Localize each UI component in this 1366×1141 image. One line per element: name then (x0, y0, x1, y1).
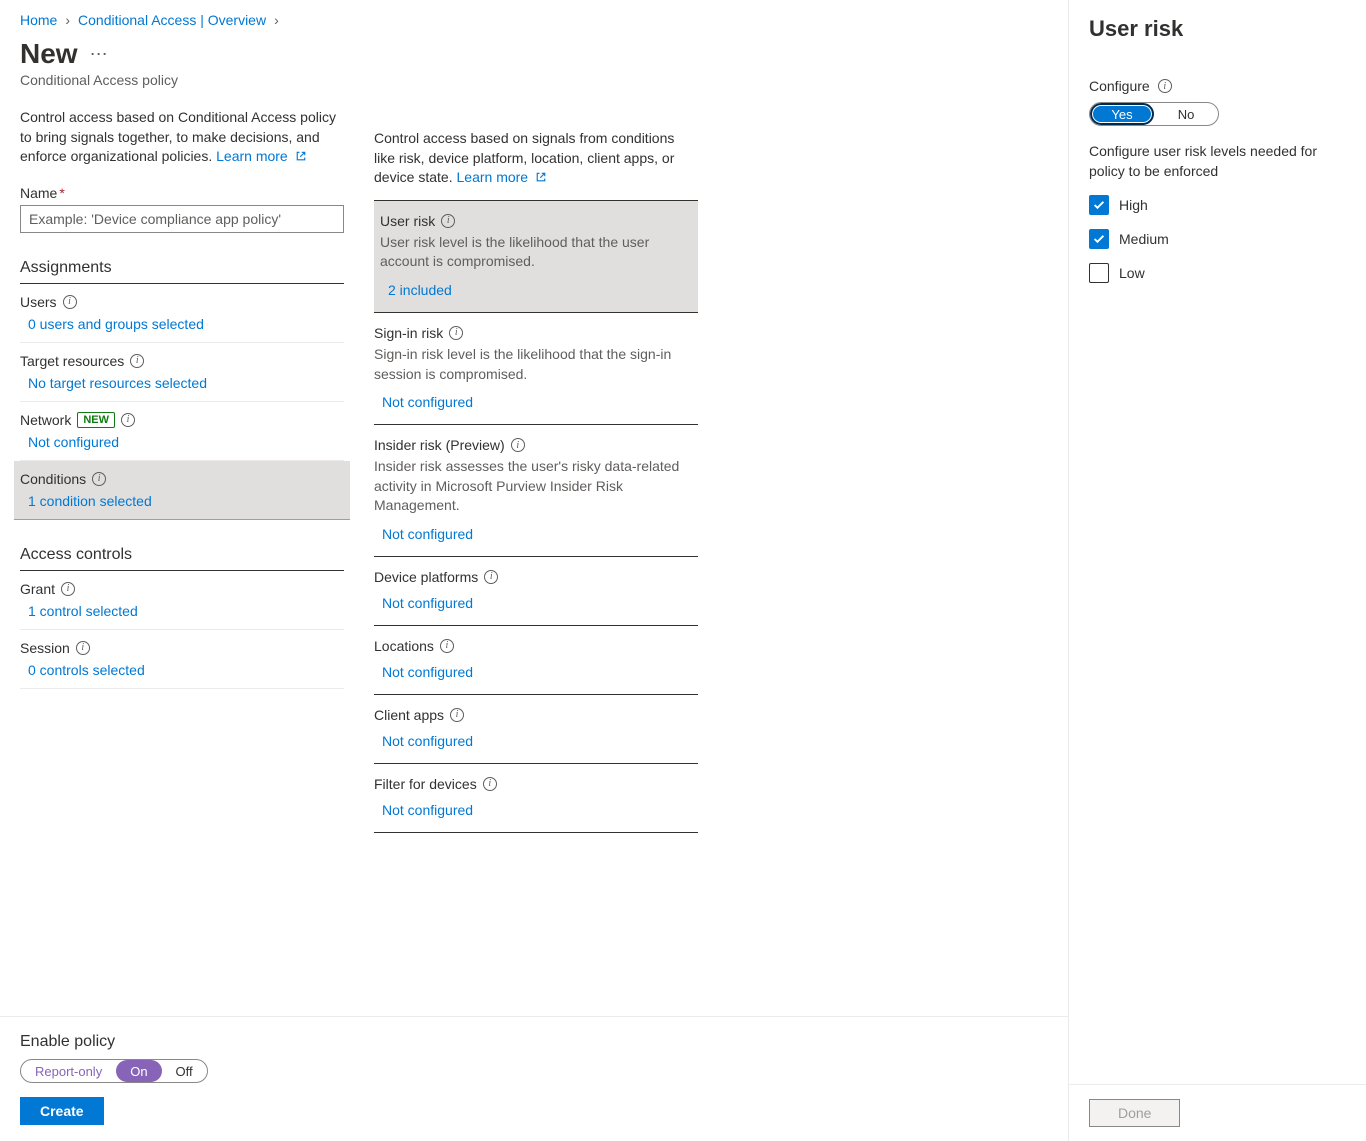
enable-policy-toggle[interactable]: Report-only On Off (20, 1059, 208, 1083)
users-value-link[interactable]: 0 users and groups selected (28, 316, 344, 332)
info-icon[interactable]: i (76, 641, 90, 655)
session-label: Session (20, 640, 70, 656)
signin-risk-title: Sign-in risk (374, 325, 443, 341)
info-icon[interactable]: i (1158, 79, 1172, 93)
condition-user-risk[interactable]: User risk i User risk level is the likel… (374, 201, 698, 313)
insider-risk-title: Insider risk (Preview) (374, 437, 505, 453)
filter-devices-title: Filter for devices (374, 776, 477, 792)
client-apps-title: Client apps (374, 707, 444, 723)
users-setting[interactable]: Users i 0 users and groups selected (20, 284, 344, 343)
conditions-value-link[interactable]: 1 condition selected (28, 493, 344, 509)
external-link-icon (535, 171, 547, 183)
users-label: Users (20, 294, 57, 310)
breadcrumb-conditional-access[interactable]: Conditional Access | Overview (78, 12, 266, 28)
locations-value-link[interactable]: Not configured (382, 664, 698, 680)
grant-label: Grant (20, 581, 55, 597)
condition-filter-devices[interactable]: Filter for devices i Not configured (374, 764, 698, 833)
checkbox-low[interactable] (1089, 263, 1109, 283)
condition-insider-risk[interactable]: Insider risk (Preview) i Insider risk as… (374, 425, 698, 557)
info-icon[interactable]: i (449, 326, 463, 340)
session-setting[interactable]: Session i 0 controls selected (20, 630, 344, 689)
checkmark-icon (1092, 198, 1106, 212)
info-icon[interactable]: i (440, 639, 454, 653)
panel-description: Configure user risk levels needed for po… (1089, 142, 1346, 181)
info-icon[interactable]: i (483, 777, 497, 791)
network-label: Network (20, 412, 71, 428)
user-risk-panel: User risk Configure i Yes No Configure u… (1068, 0, 1366, 1141)
device-platforms-value-link[interactable]: Not configured (382, 595, 698, 611)
footer: Enable policy Report-only On Off Create (0, 1016, 1068, 1141)
conditions-label: Conditions (20, 471, 86, 487)
checkbox-high[interactable] (1089, 195, 1109, 215)
insider-risk-desc: Insider risk assesses the user's risky d… (374, 457, 698, 516)
info-icon[interactable]: i (61, 582, 75, 596)
target-resources-setting[interactable]: Target resources i No target resources s… (20, 343, 344, 402)
client-apps-value-link[interactable]: Not configured (382, 733, 698, 749)
access-controls-heading: Access controls (20, 546, 344, 571)
conditions-setting[interactable]: Conditions i 1 condition selected (14, 461, 350, 520)
toggle-report-only[interactable]: Report-only (21, 1060, 116, 1082)
info-icon[interactable]: i (441, 214, 455, 228)
breadcrumb-home[interactable]: Home (20, 12, 57, 28)
user-risk-desc: User risk level is the likelihood that t… (380, 233, 692, 272)
more-actions-icon[interactable]: ⋯ (90, 44, 109, 65)
chevron-right-icon: › (274, 12, 279, 28)
low-label: Low (1119, 265, 1145, 281)
user-risk-value-link[interactable]: 2 included (388, 282, 692, 298)
configure-yes[interactable]: Yes (1090, 103, 1154, 125)
grant-setting[interactable]: Grant i 1 control selected (20, 571, 344, 630)
condition-client-apps[interactable]: Client apps i Not configured (374, 695, 698, 764)
insider-risk-value-link[interactable]: Not configured (382, 526, 698, 542)
assignments-heading: Assignments (20, 259, 344, 284)
network-setting[interactable]: Network NEW i Not configured (20, 402, 344, 461)
condition-locations[interactable]: Locations i Not configured (374, 626, 698, 695)
chevron-right-icon: › (65, 12, 70, 28)
device-platforms-title: Device platforms (374, 569, 478, 585)
info-icon[interactable]: i (92, 472, 106, 486)
info-icon[interactable]: i (63, 295, 77, 309)
grant-value-link[interactable]: 1 control selected (28, 603, 344, 619)
toggle-off[interactable]: Off (162, 1060, 207, 1082)
name-input[interactable] (20, 205, 344, 233)
info-icon[interactable]: i (130, 354, 144, 368)
name-label: Name* (20, 185, 344, 201)
breadcrumb: Home › Conditional Access | Overview › (20, 12, 344, 28)
configure-label: Configure (1089, 78, 1150, 94)
page-title: New (20, 38, 78, 70)
target-resources-label: Target resources (20, 353, 124, 369)
signin-risk-value-link[interactable]: Not configured (382, 394, 698, 410)
checkmark-icon (1092, 232, 1106, 246)
user-risk-title: User risk (380, 213, 435, 229)
info-icon[interactable]: i (121, 413, 135, 427)
external-link-icon (295, 150, 307, 162)
learn-more-link[interactable]: Learn more (457, 169, 547, 185)
locations-title: Locations (374, 638, 434, 654)
medium-label: Medium (1119, 231, 1169, 247)
condition-signin-risk[interactable]: Sign-in risk i Sign-in risk level is the… (374, 313, 698, 425)
page-subtitle: Conditional Access policy (20, 72, 344, 88)
new-badge: NEW (77, 412, 115, 428)
create-button[interactable]: Create (20, 1097, 104, 1125)
enable-policy-label: Enable policy (20, 1033, 1048, 1051)
network-value-link[interactable]: Not configured (28, 434, 344, 450)
filter-devices-value-link[interactable]: Not configured (382, 802, 698, 818)
signin-risk-desc: Sign-in risk level is the likelihood tha… (374, 345, 698, 384)
session-value-link[interactable]: 0 controls selected (28, 662, 344, 678)
condition-device-platforms[interactable]: Device platforms i Not configured (374, 557, 698, 626)
target-resources-value-link[interactable]: No target resources selected (28, 375, 344, 391)
learn-more-link[interactable]: Learn more (216, 148, 306, 164)
toggle-on[interactable]: On (116, 1060, 161, 1082)
panel-title: User risk (1089, 16, 1346, 42)
configure-toggle[interactable]: Yes No (1089, 102, 1219, 126)
info-icon[interactable]: i (450, 708, 464, 722)
high-label: High (1119, 197, 1148, 213)
checkbox-medium[interactable] (1089, 229, 1109, 249)
info-icon[interactable]: i (484, 570, 498, 584)
info-icon[interactable]: i (511, 438, 525, 452)
configure-no[interactable]: No (1154, 103, 1218, 125)
done-button[interactable]: Done (1089, 1099, 1180, 1127)
